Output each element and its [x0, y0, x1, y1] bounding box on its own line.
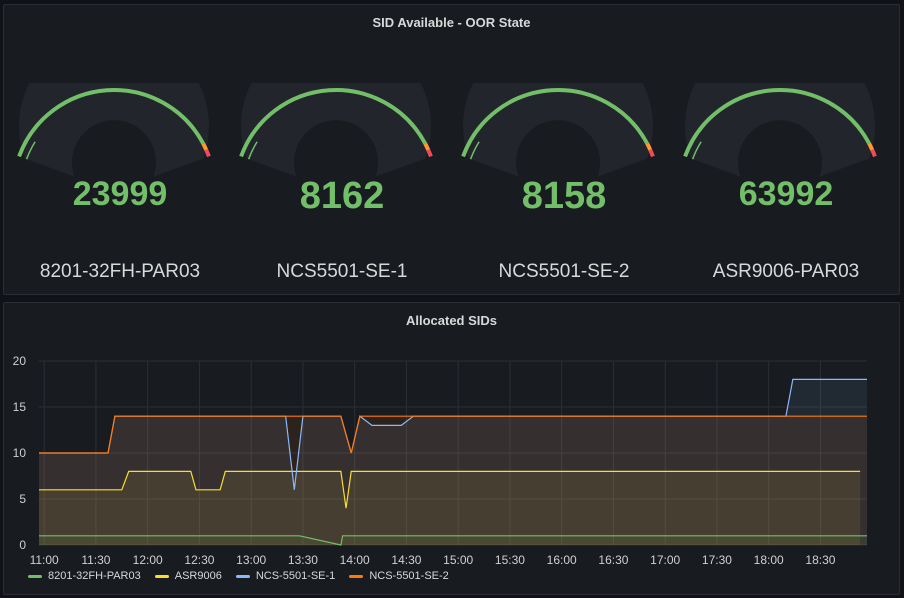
panel-title[interactable]: Allocated SIDs [4, 313, 899, 328]
y-tick-label: 15 [13, 400, 27, 414]
x-tick-label: 16:00 [547, 553, 577, 567]
sid-available-panel: SID Available - OOR State 23999 8201-32F… [3, 4, 900, 295]
gauge-value: 8162 [299, 175, 385, 217]
gauge: 63992 ASR9006-PAR03 [676, 83, 896, 282]
gauge-threshold-warn [201, 142, 209, 151]
gauge-arc [461, 83, 655, 177]
gauge-label: NCS5501-SE-1 [276, 261, 408, 282]
x-tick-label: 13:30 [288, 553, 318, 567]
x-tick-label: 18:30 [805, 553, 835, 567]
legend-item[interactable]: ASR9006 [154, 570, 222, 582]
gauge-label: NCS5501-SE-2 [498, 261, 630, 282]
y-tick-label: 10 [13, 446, 27, 460]
legend-swatch [349, 574, 364, 578]
x-tick-label: 12:00 [133, 553, 163, 567]
gauge-track [685, 83, 875, 177]
gauge-track [19, 83, 209, 177]
gauge-value: 23999 [72, 175, 168, 213]
legend-swatch [235, 574, 250, 578]
allocated-sids-panel: Allocated SIDs 0 5 10 15 20 11:00 11:30 12:00 12… [3, 302, 900, 595]
series-area [39, 416, 867, 545]
chart-legend: 8201-32FH-PAR03 ASR9006 NCS-5501-SE-1 NC… [28, 570, 449, 582]
y-tick-label: 0 [19, 538, 26, 552]
gauge-threshold-warn [645, 142, 653, 151]
panel-title[interactable]: SID Available - OOR State [4, 15, 899, 30]
gauge-track [241, 83, 431, 177]
gauge-arc [239, 83, 433, 177]
gauge: 23999 8201-32FH-PAR03 [10, 83, 230, 282]
x-tick-label: 15:30 [495, 553, 525, 567]
gauge-arc [17, 83, 211, 177]
gauge-threshold-warn [867, 142, 875, 151]
legend-label: NCS-5501-SE-2 [369, 570, 449, 582]
gauge-threshold-warn [423, 142, 431, 151]
legend-swatch [28, 574, 42, 578]
gauge-value: 8158 [521, 175, 607, 217]
gauge-threshold-crit [870, 149, 877, 158]
gauge: 8162 NCS5501-SE-1 [232, 83, 452, 282]
timeseries-chart[interactable]: 0 5 10 15 20 11:00 11:30 12:00 12:30 13:00 13:30 14… [4, 333, 899, 568]
legend-item[interactable]: NCS-5501-SE-2 [349, 570, 449, 582]
x-tick-label: 14:30 [391, 553, 421, 567]
legend-label: ASR9006 [174, 570, 222, 582]
gauge-threshold-crit [648, 149, 655, 158]
gauge-threshold-crit [204, 149, 211, 158]
legend-swatch [154, 574, 169, 578]
gauge-value: 63992 [738, 175, 834, 213]
legend-label: NCS-5501-SE-1 [255, 570, 336, 582]
x-tick-label: 12:30 [184, 553, 214, 567]
y-tick-label: 20 [13, 354, 27, 368]
gauge: 8158 NCS5501-SE-2 [454, 83, 674, 282]
x-tick-label: 18:00 [754, 553, 784, 567]
legend-label: 8201-32FH-PAR03 [48, 570, 141, 582]
gauge-track [463, 83, 653, 177]
gauge-threshold-crit [426, 149, 433, 158]
gauge-arc [683, 83, 877, 177]
x-tick-label: 11:30 [81, 553, 110, 567]
legend-item[interactable]: 8201-32FH-PAR03 [28, 570, 141, 582]
x-tick-label: 17:00 [650, 553, 680, 567]
x-tick-label: 11:00 [30, 553, 59, 567]
y-tick-label: 5 [19, 492, 26, 506]
gauge-label: ASR9006-PAR03 [712, 261, 860, 282]
x-tick-label: 14:00 [340, 553, 370, 567]
x-tick-label: 15:00 [443, 553, 473, 567]
x-tick-label: 17:30 [702, 553, 732, 567]
legend-item[interactable]: NCS-5501-SE-1 [235, 570, 336, 582]
x-tick-label: 13:00 [236, 553, 266, 567]
x-tick-label: 16:30 [598, 553, 628, 567]
